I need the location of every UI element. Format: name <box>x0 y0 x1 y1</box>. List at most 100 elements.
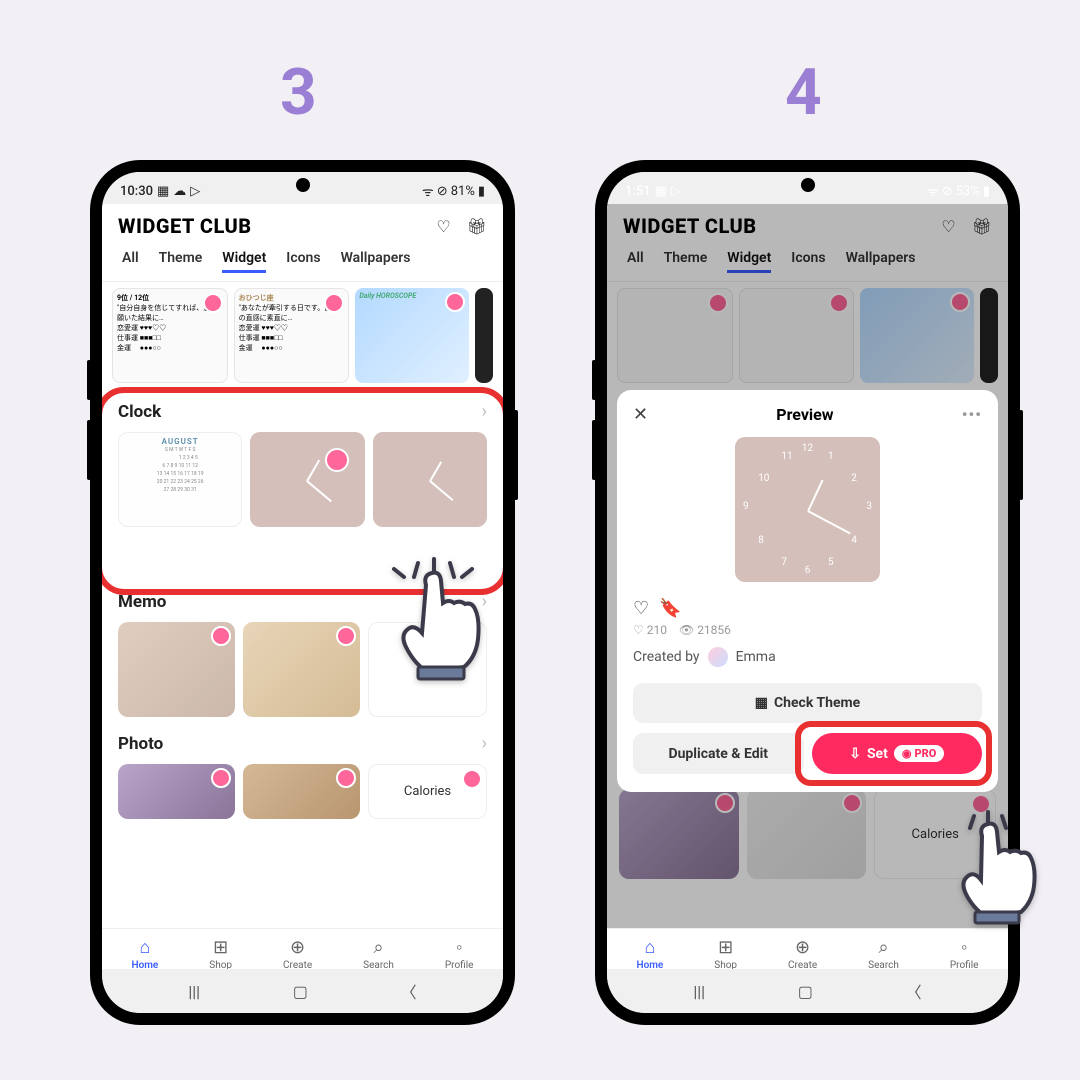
wifi-icon: ᯤ <box>927 182 939 200</box>
heart-icon[interactable]: ♡ <box>941 217 955 236</box>
horoscope-card-2[interactable]: おひつじ座 "あなたが牽引する日です。自分の直感に素直に… 恋愛運 ♥♥♥♡♡仕… <box>234 288 350 383</box>
card-meta: 恋愛運 ♥♥♥♡♡仕事運 ■■■□□金運 ●●●○○ <box>117 323 223 353</box>
nav-shop[interactable]: ⊞Shop <box>209 937 232 971</box>
app-title: WIDGET CLUB <box>118 214 252 238</box>
set-button[interactable]: ⇩ Set ◉ PRO <box>812 733 983 774</box>
nav-search[interactable]: ⌕Search <box>363 937 394 971</box>
tab-all[interactable]: All <box>627 250 644 273</box>
home-button[interactable]: ▢ <box>293 982 308 1001</box>
badge-icon <box>325 448 349 472</box>
gift-icon[interactable]: 🎁︎ <box>972 217 992 236</box>
chevron-right-icon[interactable]: › <box>482 401 487 422</box>
recents-button[interactable]: ||| <box>693 982 705 1001</box>
bookmark-button[interactable]: 🔖 <box>659 598 681 619</box>
back-button[interactable]: 〈 <box>401 979 417 1003</box>
preview-sheet: ✕ Preview ••• 12 11 1 10 2 9 3 8 4 7 5 6 <box>617 390 998 792</box>
calendar-grid: S M T W T F S 1 2 3 4 56 7 8 9 10 11 121… <box>123 446 237 494</box>
recents-button[interactable]: ||| <box>188 982 200 1001</box>
step-number-3: 3 <box>280 55 317 130</box>
badge-icon <box>211 768 231 788</box>
grid-icon: ▦ <box>755 695 768 711</box>
avatar <box>708 647 728 667</box>
button-label: Set <box>867 746 888 762</box>
sheet-title: Preview <box>648 405 962 424</box>
tab-all[interactable]: All <box>122 250 139 273</box>
creator-row[interactable]: Created by Emma <box>633 647 982 667</box>
calendar-widget[interactable]: AUGUST S M T W T F S 1 2 3 4 56 7 8 9 10… <box>118 432 242 527</box>
back-button[interactable]: 〈 <box>906 979 922 1003</box>
section-title-clock: Clock <box>118 402 161 422</box>
photo-widget-3[interactable]: Calories <box>368 764 487 819</box>
check-theme-button[interactable]: ▦ Check Theme <box>633 683 982 723</box>
cloud-icon: ☁ <box>173 184 186 199</box>
play-icon: ▷ <box>190 184 200 199</box>
more-icon[interactable]: ••• <box>962 405 982 424</box>
photo-widget-2[interactable] <box>243 764 360 819</box>
plus-icon: ⊕ <box>290 937 305 958</box>
download-icon: ⇩ <box>849 746 861 762</box>
memo-widget-2[interactable] <box>243 622 360 717</box>
creator-name: Emma <box>736 649 776 665</box>
nav-create[interactable]: ⊕Create <box>283 937 312 971</box>
nav-profile[interactable]: ◦Profile <box>950 937 979 971</box>
clock-widget-2[interactable] <box>373 432 487 527</box>
tab-theme[interactable]: Theme <box>159 250 203 273</box>
close-button[interactable]: ✕ <box>633 404 648 425</box>
photo-widget-1[interactable] <box>118 764 235 819</box>
like-count: ♡ 210 <box>633 623 667 637</box>
home-icon: ⌂ <box>139 937 150 958</box>
nav-shop[interactable]: ⊞Shop <box>714 937 737 971</box>
status-time: 10:30 <box>120 184 153 199</box>
wifi-icon: ᯤ <box>422 182 434 200</box>
nav-create[interactable]: ⊕Create <box>788 937 817 971</box>
home-button[interactable]: ▢ <box>798 982 813 1001</box>
tabs: All Theme Widget Icons Wallpapers <box>607 244 1008 282</box>
badge-icon <box>211 626 231 646</box>
tab-icons[interactable]: Icons <box>286 250 320 273</box>
tab-widget[interactable]: Widget <box>222 250 266 273</box>
main-content[interactable]: 9位 / 12位 "自分自身を信じてすれば、思い願いた結果に… 恋愛運 ♥♥♥♡… <box>102 282 503 823</box>
bottom-nav: ⌂Home ⊞Shop ⊕Create ⌕Search ◦Profile <box>102 928 503 975</box>
app-header: WIDGET CLUB ♡🎁︎ <box>607 204 1008 244</box>
memo-widget-1[interactable] <box>118 622 235 717</box>
battery-percent: 81% <box>451 184 475 199</box>
like-button[interactable]: ♡ <box>633 598 649 619</box>
gift-icon[interactable]: 🎁︎ <box>467 217 487 236</box>
horoscope-card-3[interactable]: Daily HOROSCOPE <box>355 288 469 383</box>
horoscope-card-1[interactable]: 9位 / 12位 "自分自身を信じてすれば、思い願いた結果に… 恋愛運 ♥♥♥♡… <box>112 288 228 383</box>
nav-profile[interactable]: ◦Profile <box>445 937 474 971</box>
nav-home[interactable]: ⌂Home <box>636 937 663 971</box>
tab-wallpapers[interactable]: Wallpapers <box>846 250 916 273</box>
app-header: WIDGET CLUB ♡ 🎁︎ <box>102 204 503 244</box>
button-label: Duplicate & Edit <box>668 746 768 762</box>
view-count: 👁 21856 <box>679 623 731 637</box>
chevron-right-icon[interactable]: › <box>482 733 487 754</box>
badge-icon <box>336 626 356 646</box>
badge-icon <box>203 293 223 313</box>
tab-icons[interactable]: Icons <box>791 250 825 273</box>
duplicate-edit-button[interactable]: Duplicate & Edit <box>633 733 804 774</box>
card-meta: 恋愛運 ♥♥♥♡♡仕事運 ■■■□□金運 ●●●○○ <box>239 323 345 353</box>
nav-search[interactable]: ⌕Search <box>868 937 899 971</box>
tab-theme[interactable]: Theme <box>664 250 708 273</box>
tab-wallpapers[interactable]: Wallpapers <box>341 250 411 273</box>
shop-icon: ⊞ <box>213 937 228 958</box>
horoscope-card-4[interactable] <box>475 288 493 383</box>
camera-notch <box>296 178 310 192</box>
no-signal-icon: ⊘ <box>437 184 448 199</box>
battery-percent: 53% <box>956 184 980 199</box>
calendar-month: AUGUST <box>123 437 237 446</box>
tabs: All Theme Widget Icons Wallpapers <box>102 244 503 282</box>
tab-widget[interactable]: Widget <box>727 250 771 273</box>
section-title-photo: Photo <box>118 734 163 754</box>
horoscope-row: 9位 / 12位 "自分自身を信じてすれば、思い願いた結果に… 恋愛運 ♥♥♥♡… <box>102 282 503 389</box>
heart-icon[interactable]: ♡ <box>436 217 450 236</box>
search-icon: ⌕ <box>373 937 383 958</box>
clock-widget-1[interactable] <box>250 432 364 527</box>
calories-label: Calories <box>404 784 451 799</box>
battery-icon: ▮ <box>983 184 990 199</box>
step-number-4: 4 <box>785 55 822 130</box>
nav-home[interactable]: ⌂Home <box>131 937 158 971</box>
badge-icon <box>462 769 482 789</box>
battery-icon: ▮ <box>478 184 485 199</box>
